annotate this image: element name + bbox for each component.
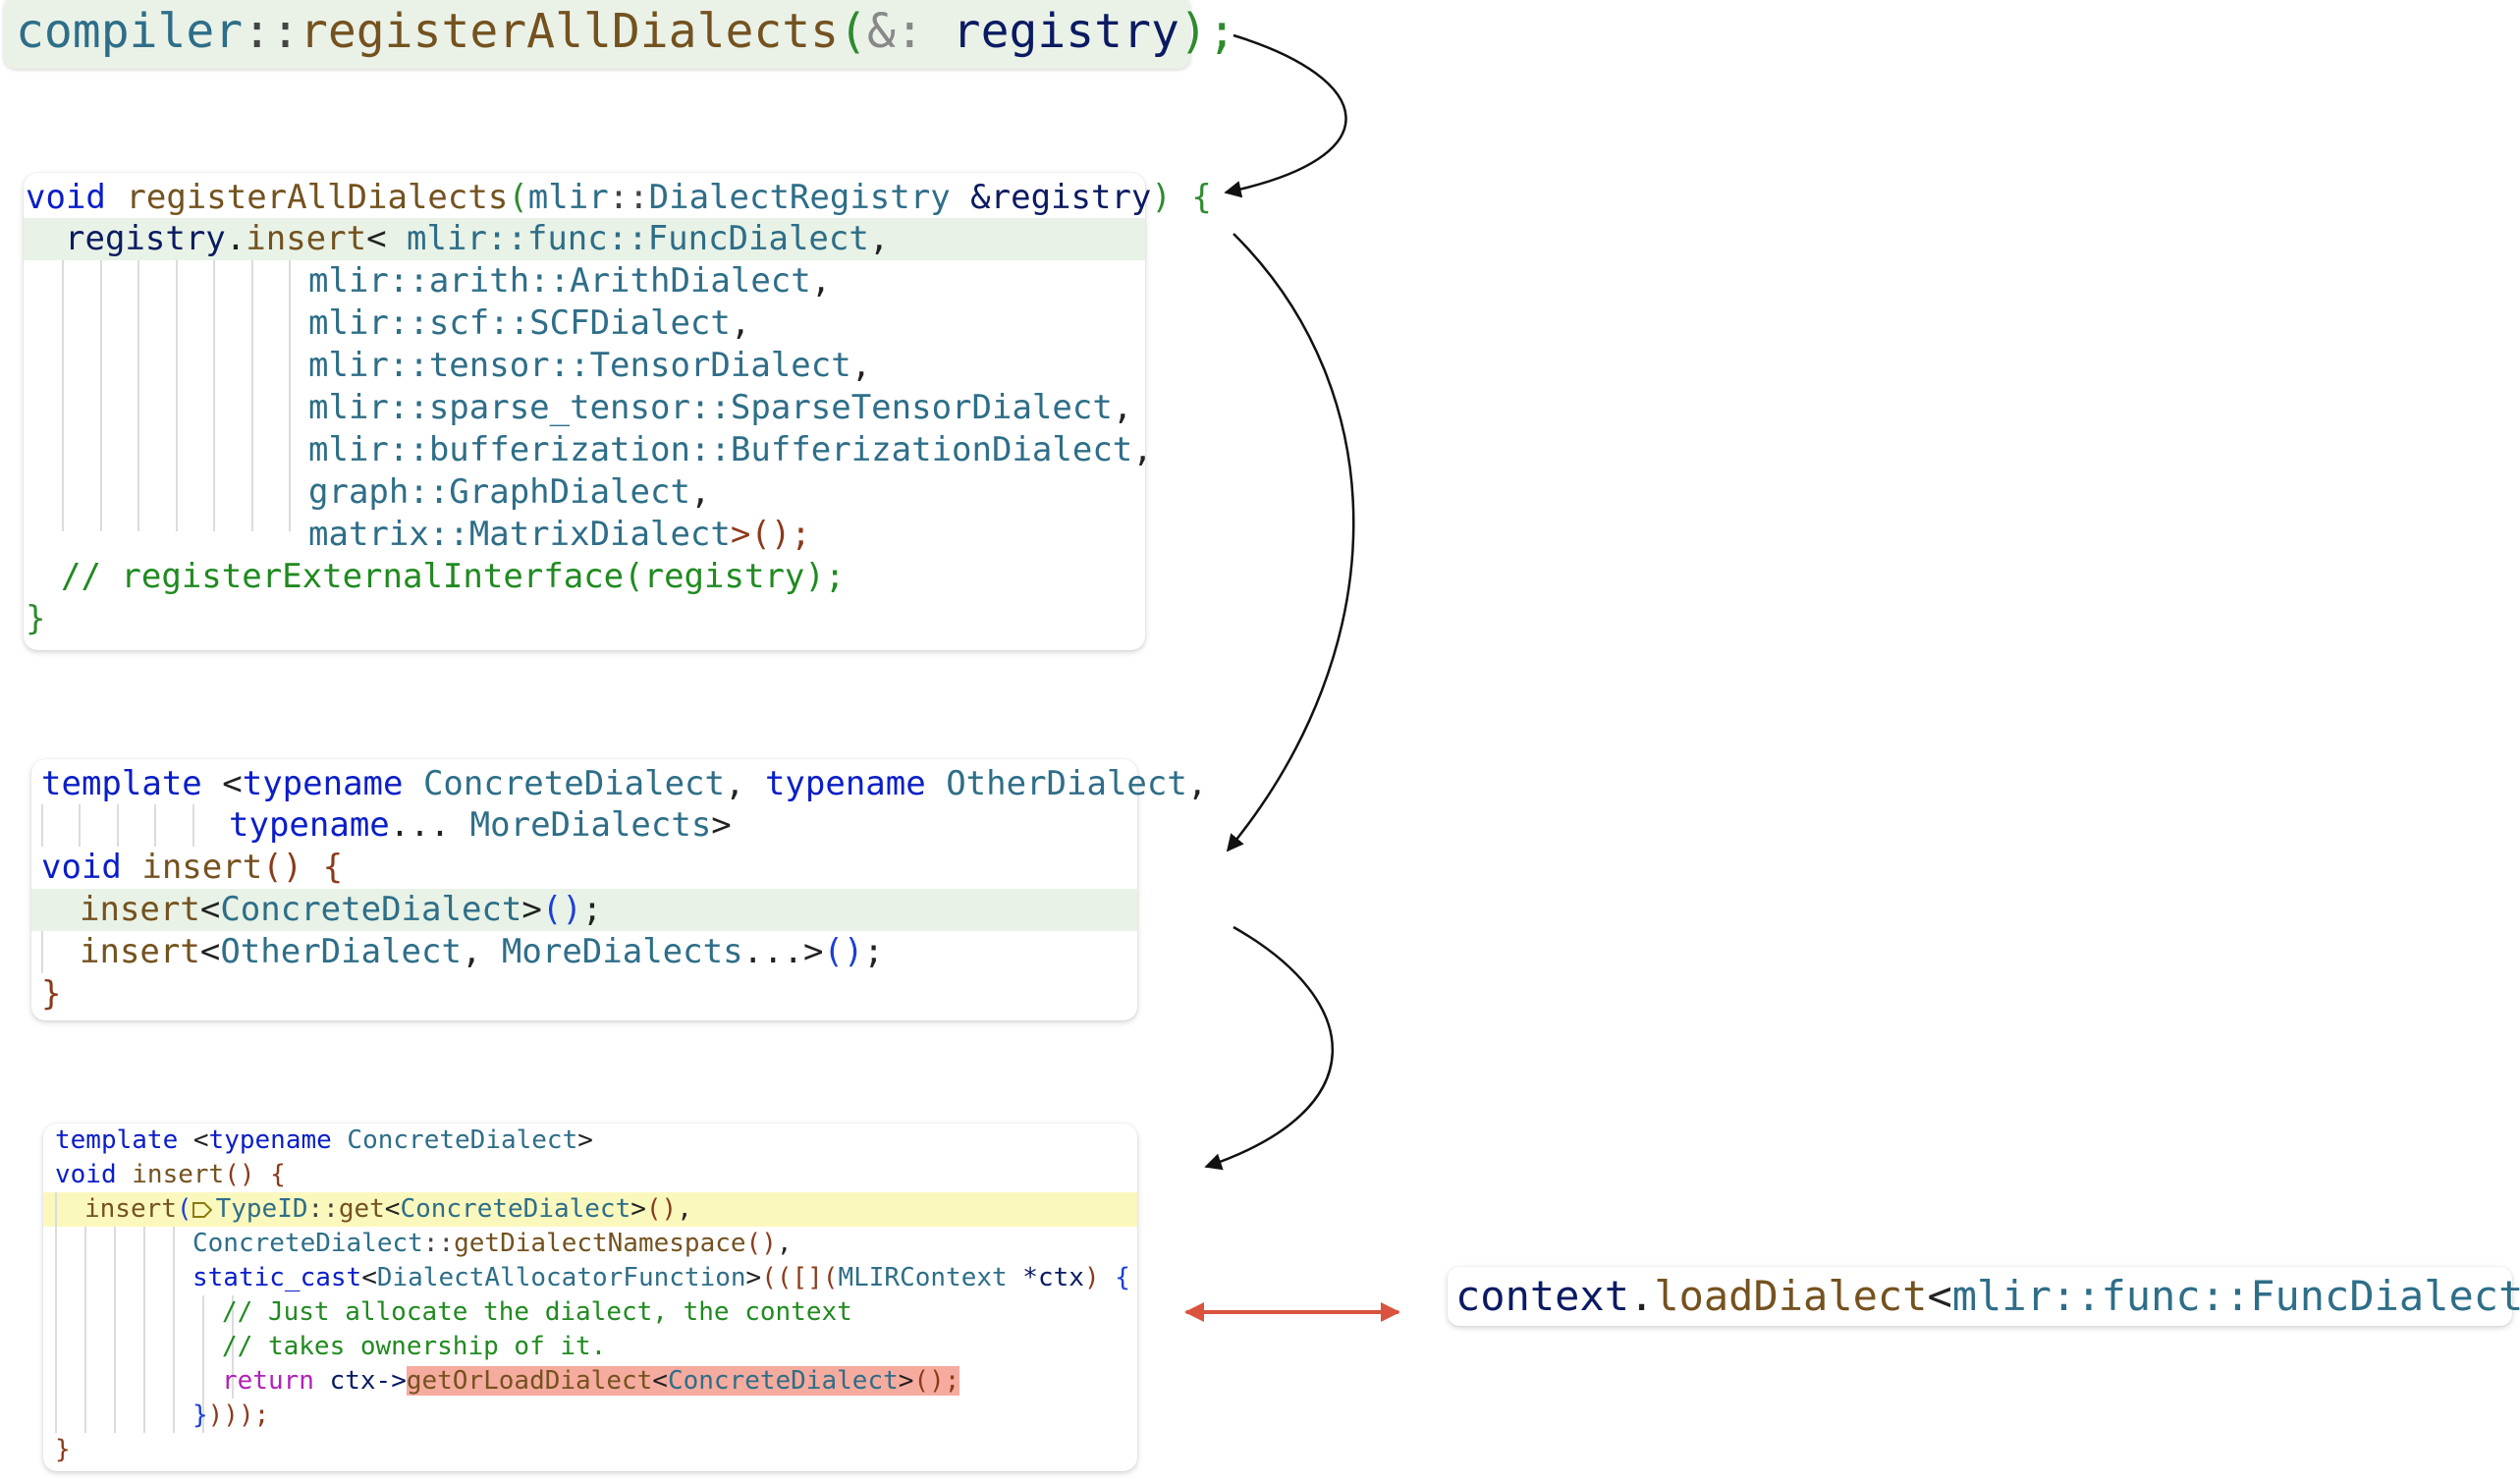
flow-arrow-2: [1226, 233, 1355, 852]
arrows-layer: [1184, 33, 1400, 1322]
flow-arrow-3: [1204, 925, 1334, 1171]
flow-arrow-1: [1224, 33, 1347, 198]
